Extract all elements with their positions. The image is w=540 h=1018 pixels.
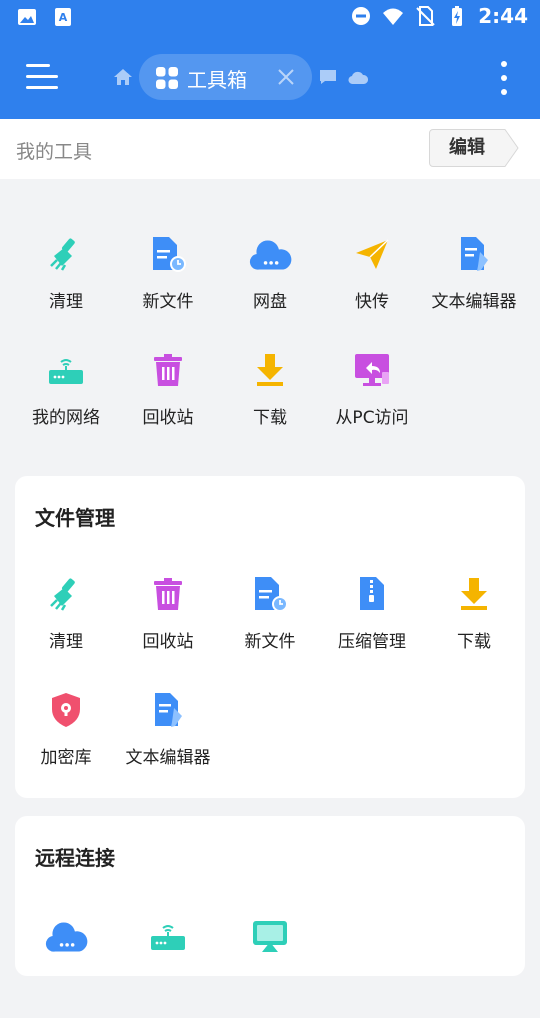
grid-icon [156,67,178,89]
my-tools-title: 我的工具 [16,141,93,163]
tab-toolbox[interactable]: 工具箱 [139,54,312,100]
fm-tool-new-file[interactable]: 新文件 [219,576,321,676]
chat-icon[interactable] [319,69,337,85]
rc-tool-network[interactable] [117,918,219,1018]
tool-label: 文本编辑器 [125,748,211,768]
tool-cloud-drive[interactable]: 网盘 [219,236,321,336]
tool-label: 清理 [49,632,83,652]
fm-tool-vault[interactable]: 加密库 [15,692,117,792]
tool-label: 加密库 [40,748,92,768]
font-icon: A [55,8,71,26]
tool-label: 下载 [457,632,491,652]
more-options-button[interactable] [496,61,512,95]
tool-label: 清理 [49,292,83,312]
fm-tool-download[interactable]: 下载 [423,576,525,676]
router-icon [151,925,185,950]
tab-label: 工具箱 [187,68,247,92]
cloud-drive-icon [45,922,88,952]
rc-tool-cloud-drive[interactable] [15,918,117,1018]
status-bar: A 2:44 [0,0,540,36]
cast-screen-icon [253,921,287,952]
file-management-title: 文件管理 [35,506,115,530]
tool-label: 从PC访问 [335,408,409,428]
fm-tool-text-editor[interactable]: 文本编辑器 [117,692,219,792]
remote-connection-title: 远程连接 [35,846,115,870]
tool-label: 压缩管理 [338,632,406,652]
tool-label: 我的网络 [32,408,100,428]
no-sim-icon [416,6,435,26]
edit-button[interactable]: 编辑 [429,129,519,167]
paper-plane-icon [356,239,389,269]
tool-label: 回收站 [142,632,194,652]
router-icon [49,359,83,384]
menu-button[interactable] [26,64,58,90]
trash-icon [154,578,182,610]
cloud-icon[interactable] [348,69,368,85]
tool-quick-send[interactable]: 快传 [321,236,423,336]
download-icon [461,578,487,610]
text-editor-icon [461,237,488,271]
tool-label: 网盘 [253,292,287,312]
shield-lock-icon [52,693,80,727]
dnd-icon [352,7,371,25]
tool-label: 回收站 [142,408,194,428]
edit-label: 编辑 [449,137,485,158]
fm-tool-clean[interactable]: 清理 [15,576,117,676]
app-bar: 工具箱 [0,36,540,119]
new-file-icon [153,237,186,272]
tool-download[interactable]: 下载 [219,352,321,452]
zip-icon [360,577,384,610]
svg-text:A: A [59,11,68,24]
close-icon[interactable] [277,68,295,86]
home-icon[interactable] [113,67,133,87]
gallery-icon [18,9,36,25]
tool-label: 文本编辑器 [431,292,517,312]
my-tools-header: 我的工具 编辑 [0,119,540,179]
tool-label: 下载 [253,408,287,428]
pc-access-icon [355,354,389,386]
tool-recycle-bin[interactable]: 回收站 [117,352,219,452]
cloud-drive-icon [249,240,292,270]
tool-clean[interactable]: 清理 [15,236,117,336]
tool-label: 新文件 [142,292,194,312]
tool-label: 快传 [355,292,389,312]
my-tools-grid: 清理 新文件 网盘 快传 文本编辑器 我的网络 回收站 下载 从PC访问 [15,236,525,436]
file-management-card: 文件管理 清理 回收站 新文件 压缩管理 下载 加密库 文本编辑器 [15,476,525,798]
broom-icon [50,578,75,611]
battery-charging-icon [452,6,463,26]
broom-icon [50,238,75,271]
fm-tool-zip[interactable]: 压缩管理 [321,576,423,676]
tool-label: 新文件 [244,632,296,652]
remote-connection-card: 远程连接 [15,816,525,976]
download-icon [257,354,283,386]
status-time: 2:44 [478,4,528,28]
text-editor-icon [155,693,182,727]
top-bar: A 2:44 工具箱 [0,0,540,119]
new-file-icon [255,577,288,612]
wifi-icon [383,8,404,25]
trash-icon [154,354,182,386]
tool-text-editor[interactable]: 文本编辑器 [423,236,525,336]
fm-tool-recycle-bin[interactable]: 回收站 [117,576,219,676]
tool-pc-access[interactable]: 从PC访问 [321,352,423,452]
rc-tool-cast[interactable] [219,918,321,1018]
tool-my-network[interactable]: 我的网络 [15,352,117,452]
tool-new-file[interactable]: 新文件 [117,236,219,336]
